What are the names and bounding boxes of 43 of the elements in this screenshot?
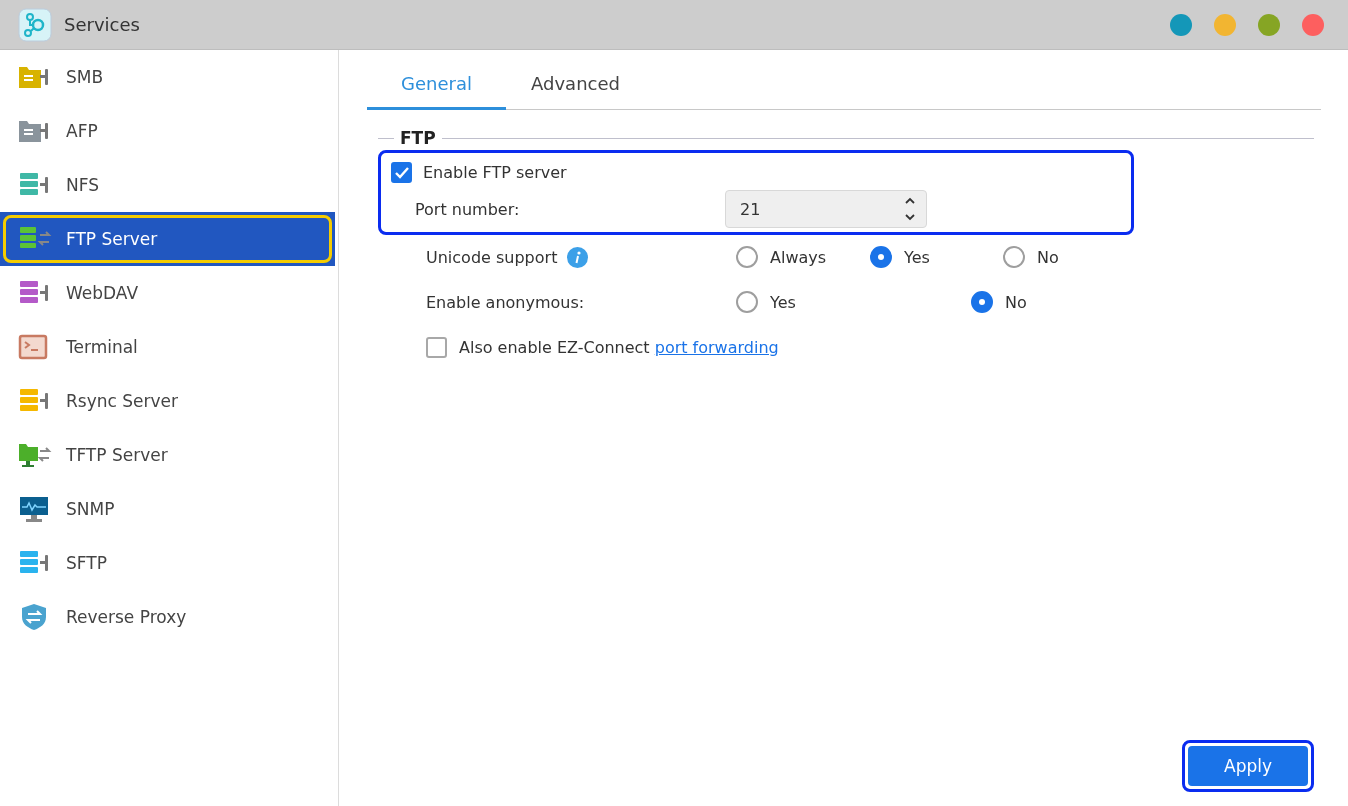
check-icon <box>394 166 409 179</box>
radio-label: Always <box>770 247 827 267</box>
window-control-dot[interactable] <box>1302 13 1324 36</box>
sidebar-item[interactable]: SFTP <box>0 536 335 590</box>
sidebar-item[interactable]: SNMP <box>0 482 335 536</box>
window-control-dot[interactable] <box>1214 13 1236 36</box>
folder-icon <box>18 441 52 469</box>
section-title: FTP <box>399 128 437 148</box>
spinner-arrows-icon <box>904 195 916 223</box>
radio-button[interactable] <box>870 246 892 268</box>
window-control-dot[interactable] <box>1258 13 1280 36</box>
radio-button[interactable] <box>736 291 758 313</box>
sidebar-item[interactable]: WebDAV <box>0 266 335 320</box>
radio-label: No <box>1005 292 1027 312</box>
checkbox[interactable] <box>426 336 447 358</box>
sidebar-item[interactable]: SMB <box>0 50 335 104</box>
radio-button[interactable] <box>736 246 758 268</box>
port-forwarding-link[interactable]: port forwarding <box>654 337 779 357</box>
field-label: Port number: <box>415 199 521 219</box>
checkbox-label: Enable FTP server <box>423 163 567 182</box>
field-label: Enable anonymous: <box>426 292 586 312</box>
radio-label: Yes <box>770 292 796 312</box>
info-icon[interactable] <box>567 246 589 268</box>
sidebar-item[interactable]: Terminal <box>0 320 335 374</box>
checkbox[interactable] <box>391 162 412 183</box>
radio-label: No <box>1037 247 1059 267</box>
app-icon <box>18 7 52 42</box>
radio-label: Yes <box>904 247 930 267</box>
apply-button[interactable]: Apply <box>1188 746 1308 786</box>
window-title: Services <box>64 14 141 35</box>
field-label: Unicode support <box>426 247 558 267</box>
radio-button[interactable] <box>971 291 993 313</box>
sidebar-item[interactable]: Reverse Proxy <box>0 590 335 644</box>
radio-button[interactable] <box>1003 246 1025 268</box>
checkbox-label: Also enable EZ-Connect port forwarding <box>459 337 779 357</box>
port-number-field[interactable]: 21 <box>725 190 927 228</box>
sidebar-item[interactable]: NFS <box>0 158 335 212</box>
sidebar-item[interactable]: Rsync Server <box>0 374 335 428</box>
sidebar-item[interactable]: AFP <box>0 104 335 158</box>
sidebar-item[interactable]: TFTP Server <box>0 428 335 482</box>
sidebar-item[interactable]: FTP Server <box>0 212 335 266</box>
window-control-dot[interactable] <box>1170 13 1192 36</box>
tab[interactable]: Advanced <box>506 54 645 110</box>
